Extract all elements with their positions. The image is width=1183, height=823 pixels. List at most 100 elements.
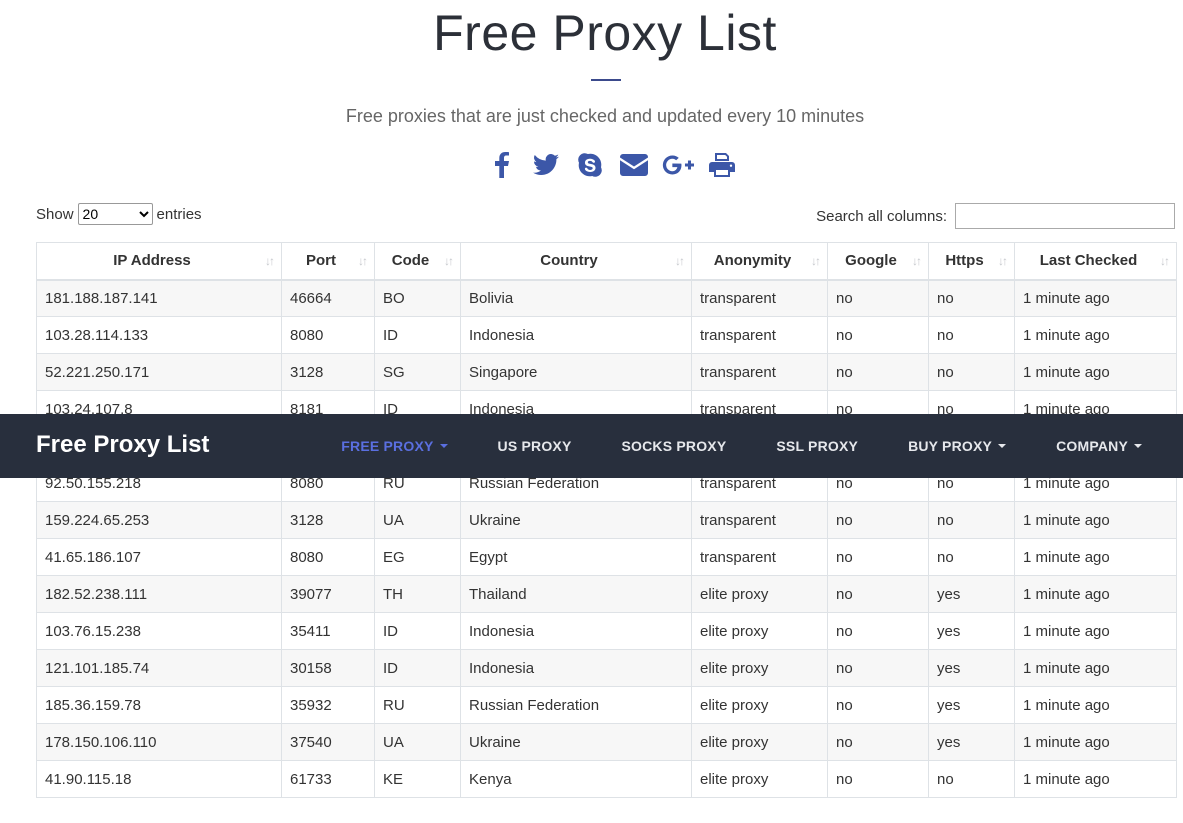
cell-country: Thailand [460,575,692,613]
cell-port: 35411 [281,612,375,650]
entries-label: entries [156,205,202,223]
cell-anonymity: elite proxy [691,612,828,650]
cell-country: Russian Federation [460,686,692,724]
col-header-anonymity[interactable]: Anonymity ↓↑ [691,242,828,281]
sort-icon: ↓↑ [444,254,454,268]
cell-https: yes [928,686,1015,724]
nav-company[interactable]: COMPANY [1031,438,1167,454]
cell-anonymity: transparent [691,538,828,576]
cell-anonymity: transparent [691,501,828,539]
cell-anonymity: transparent [691,316,828,354]
caret-down-icon [439,444,448,448]
cell-ip-address: 41.65.186.107 [36,538,282,576]
cell-last-checked: 1 minute ago [1014,316,1177,354]
cell-code: UA [374,723,461,761]
cell-ip-address: 52.221.250.171 [36,353,282,391]
nav-buy-proxy[interactable]: BUY PROXY [883,438,1031,454]
cell-port: 39077 [281,575,375,613]
cell-google: no [827,686,929,724]
nav-free-proxy[interactable]: FREE PROXY [316,438,472,454]
nav-menu: FREE PROXY US PROXY SOCKS PROXY SSL PROX… [316,414,1167,478]
cell-last-checked: 1 minute ago [1014,612,1177,650]
col-header-google[interactable]: Google ↓↑ [827,242,929,281]
sort-icon: ↓↑ [1160,254,1170,268]
cell-last-checked: 1 minute ago [1014,686,1177,724]
col-header-https[interactable]: Https ↓↑ [928,242,1015,281]
cell-code: SG [374,353,461,391]
cell-anonymity: elite proxy [691,575,828,613]
cell-google: no [827,649,929,687]
entries-select[interactable]: 20 [77,203,153,225]
nav-socks-proxy[interactable]: SOCKS PROXY [596,438,751,454]
twitter-icon[interactable] [530,151,562,179]
page-subtitle: Free proxies that are just checked and u… [345,106,865,126]
cell-https: yes [928,723,1015,761]
sort-icon: ↓↑ [675,254,685,268]
google-plus-icon[interactable] [662,151,694,179]
col-header-country[interactable]: Country ↓↑ [460,242,692,281]
cell-google: no [827,279,929,317]
cell-https: no [928,501,1015,539]
cell-country: Egypt [460,538,692,576]
cell-country: Kenya [460,760,692,798]
caret-down-icon [998,444,1007,448]
top-navbar: Free Proxy List FREE PROXY US PROXY SOCK… [0,414,1183,478]
cell-google: no [827,575,929,613]
cell-last-checked: 1 minute ago [1014,501,1177,539]
cell-https: no [928,538,1015,576]
facebook-icon[interactable] [486,151,518,179]
cell-port: 46664 [281,279,375,317]
col-header-ip-address[interactable]: IP Address ↓↑ [36,242,282,281]
cell-google: no [827,316,929,354]
table-row: 103.28.114.133 8080 ID Indonesia transparent… [36,316,1177,354]
cell-code: ID [374,649,461,687]
sort-icon: ↓↑ [265,254,275,268]
cell-google: no [827,353,929,391]
cell-last-checked: 1 minute ago [1014,279,1177,317]
cell-anonymity: transparent [691,279,828,317]
nav-ssl-proxy[interactable]: SSL PROXY [751,438,883,454]
col-header-last-checked[interactable]: Last Checked ↓↑ [1014,242,1177,281]
cell-last-checked: 1 minute ago [1014,538,1177,576]
col-header-port[interactable]: Port ↓↑ [281,242,375,281]
cell-code: RU [374,686,461,724]
brand-logo[interactable]: Free Proxy List [36,431,209,459]
table-header-row: IP Address ↓↑ Port ↓↑ Code ↓↑ Country ↓↑ Ano… [36,242,1177,281]
page-title: Free Proxy List [433,5,777,61]
entries-length-control: Show 20 entries [36,203,202,225]
print-icon[interactable] [706,151,738,179]
cell-https: no [928,760,1015,798]
proxy-table: IP Address ↓↑ Port ↓↑ Code ↓↑ Country ↓↑ Ano… [36,242,1177,798]
cell-ip-address: 41.90.115.18 [36,760,282,798]
sort-icon: ↓↑ [912,254,922,268]
cell-code: KE [374,760,461,798]
search-input[interactable] [955,203,1175,229]
cell-google: no [827,723,929,761]
cell-port: 8080 [281,316,375,354]
col-header-code[interactable]: Code ↓↑ [374,242,461,281]
title-divider [591,79,621,81]
cell-https: yes [928,612,1015,650]
email-icon[interactable] [618,151,650,179]
cell-anonymity: elite proxy [691,649,828,687]
cell-country: Indonesia [460,316,692,354]
cell-last-checked: 1 minute ago [1014,575,1177,613]
cell-port: 8080 [281,538,375,576]
cell-anonymity: transparent [691,353,828,391]
cell-code: TH [374,575,461,613]
sort-icon: ↓↑ [998,254,1008,268]
cell-code: EG [374,538,461,576]
skype-icon[interactable] [574,151,606,179]
caret-down-icon [1134,444,1142,448]
cell-google: no [827,501,929,539]
sort-icon: ↓↑ [811,254,821,268]
cell-port: 30158 [281,649,375,687]
table-row: 103.76.15.238 35411 ID Indonesia elite proxy… [36,612,1177,650]
cell-anonymity: elite proxy [691,723,828,761]
table-row: 52.221.250.171 3128 SG Singapore transparent… [36,353,1177,391]
cell-code: ID [374,612,461,650]
cell-country: Ukraine [460,501,692,539]
cell-https: no [928,279,1015,317]
nav-us-proxy[interactable]: US PROXY [473,438,597,454]
table-row: 41.65.186.107 8080 EG Egypt transparent no no 1… [36,538,1177,576]
